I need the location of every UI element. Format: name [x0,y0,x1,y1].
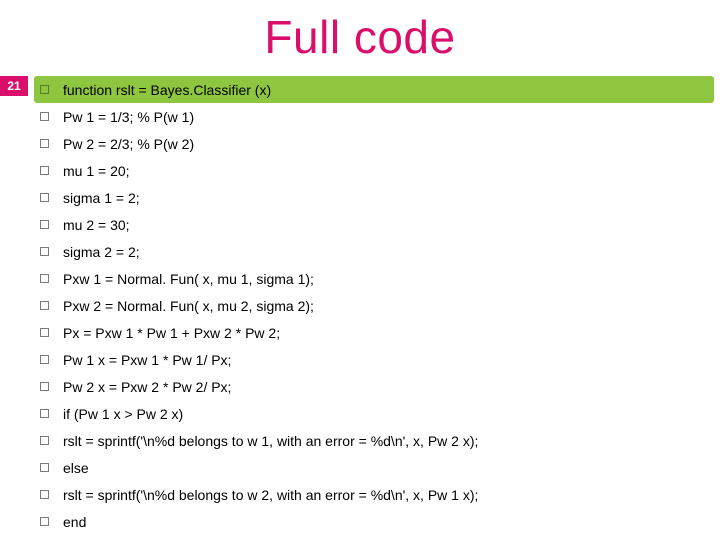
code-line: if (Pw 1 x > Pw 2 x) [34,400,720,427]
code-line: Pw 1 = 1/3; % P(w 1) [34,103,720,130]
code-text: Pxw 2 = Normal. Fun( x, mu 2, sigma 2); [63,298,314,314]
code-text: rslt = sprintf('\n%d belongs to w 1, wit… [63,433,478,449]
code-line: function rslt = Bayes.Classifier (x) [34,76,714,103]
code-line: else [34,454,720,481]
square-bullet-icon [40,328,49,337]
code-text: Pw 2 x = Pxw 2 * Pw 2/ Px; [63,379,231,395]
code-text: Pw 1 = 1/3; % P(w 1) [63,109,194,125]
square-bullet-icon [40,247,49,256]
code-line: Pw 2 x = Pxw 2 * Pw 2/ Px; [34,373,720,400]
code-text: sigma 1 = 2; [63,190,140,206]
code-text: Pxw 1 = Normal. Fun( x, mu 1, sigma 1); [63,271,314,287]
code-text: sigma 2 = 2; [63,244,140,260]
slide-content: 21 function rslt = Bayes.Classifier (x) P… [0,76,720,535]
code-text: Px = Pxw 1 * Pw 1 + Pxw 2 * Pw 2; [63,325,280,341]
square-bullet-icon [40,436,49,445]
code-line: Pxw 2 = Normal. Fun( x, mu 2, sigma 2); [34,292,720,319]
code-text: Pw 1 x = Pxw 1 * Pw 1/ Px; [63,352,231,368]
slide-number-badge: 21 [0,76,28,96]
code-text: mu 1 = 20; [63,163,130,179]
code-text: Pw 2 = 2/3; % P(w 2) [63,136,194,152]
code-line: Pw 2 = 2/3; % P(w 2) [34,130,720,157]
square-bullet-icon [40,85,49,94]
code-text: mu 2 = 30; [63,217,130,233]
square-bullet-icon [40,355,49,364]
code-line: mu 2 = 30; [34,211,720,238]
square-bullet-icon [40,301,49,310]
square-bullet-icon [40,517,49,526]
square-bullet-icon [40,220,49,229]
square-bullet-icon [40,382,49,391]
code-line: Px = Pxw 1 * Pw 1 + Pxw 2 * Pw 2; [34,319,720,346]
square-bullet-icon [40,166,49,175]
slide-title: Full code [0,10,720,64]
code-line: Pw 1 x = Pxw 1 * Pw 1/ Px; [34,346,720,373]
square-bullet-icon [40,139,49,148]
square-bullet-icon [40,274,49,283]
code-line: rslt = sprintf('\n%d belongs to w 1, wit… [34,427,720,454]
code-line: rslt = sprintf('\n%d belongs to w 2, wit… [34,481,720,508]
code-text: function rslt = Bayes.Classifier (x) [63,82,271,98]
code-line: mu 1 = 20; [34,157,720,184]
code-line: sigma 1 = 2; [34,184,720,211]
square-bullet-icon [40,490,49,499]
code-lines: function rslt = Bayes.Classifier (x) Pw 1… [34,76,720,535]
code-text: if (Pw 1 x > Pw 2 x) [63,406,183,422]
code-text: else [63,460,89,476]
code-text: end [63,514,86,530]
code-line: end [34,508,720,535]
code-text: rslt = sprintf('\n%d belongs to w 2, wit… [63,487,478,503]
square-bullet-icon [40,193,49,202]
square-bullet-icon [40,409,49,418]
code-line: Pxw 1 = Normal. Fun( x, mu 1, sigma 1); [34,265,720,292]
square-bullet-icon [40,463,49,472]
square-bullet-icon [40,112,49,121]
code-line: sigma 2 = 2; [34,238,720,265]
